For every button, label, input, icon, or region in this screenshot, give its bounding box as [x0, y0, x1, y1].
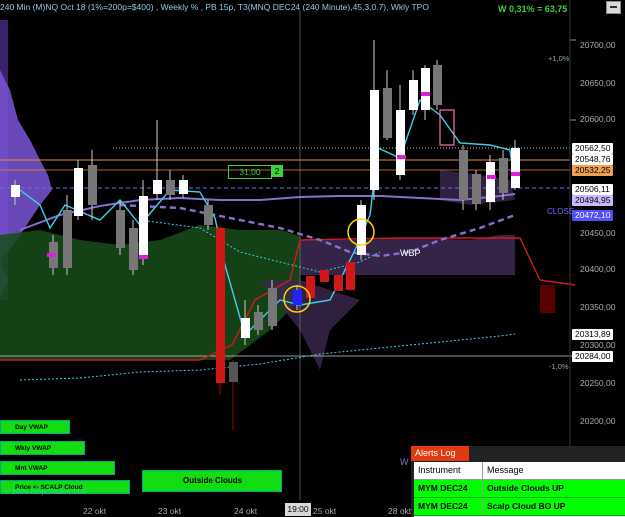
- price-tag: 20472,10: [572, 210, 614, 221]
- time-axis-label: 23 okt: [158, 506, 182, 516]
- time-axis-label: 25 okt: [313, 506, 337, 516]
- chart-title: 240 Min (M)NQ Oct 18 (1%=200p=$400) , We…: [0, 2, 429, 12]
- close-label: CLOSE: [547, 207, 575, 216]
- price-axis-label: 20200,00: [580, 416, 616, 426]
- alert-message: Scalp Cloud BO UP: [487, 501, 566, 511]
- alerts-log-panel[interactable]: Alerts Log Instrument Message MYM DEC24 …: [411, 446, 625, 517]
- outside-clouds-button[interactable]: Outside Clouds: [142, 470, 282, 492]
- scalp-cloud-green: [0, 225, 300, 360]
- w-label: W: [400, 457, 409, 467]
- percent-label-up: +1,0%: [548, 54, 570, 63]
- wbp-label: WBP: [400, 248, 421, 258]
- price-tag: 20562,50: [572, 143, 614, 154]
- price-axis-label: 20600,00: [580, 114, 616, 124]
- alerts-table: Instrument Message MYM DEC24 Outside Clo…: [414, 462, 625, 517]
- copyright: © 2024 NinjaTrader, LLC: [4, 487, 87, 496]
- price-chart[interactable]: [0, 0, 625, 517]
- price-axis-label: 20400,00: [580, 264, 616, 274]
- price-axis-label: 20700,00: [580, 40, 616, 50]
- percent-label-down: -1,0%: [549, 362, 569, 371]
- time-axis-label: 22 okt: [83, 506, 107, 516]
- table-row[interactable]: MYM DEC24 Outside Clouds UP: [414, 480, 625, 498]
- time-axis-label: 24 okt: [234, 506, 258, 516]
- price-axis-label: 20250,00: [580, 378, 616, 388]
- distance-box: 31,00: [228, 165, 272, 179]
- minimize-button[interactable]: [606, 1, 621, 14]
- wkly-vwap-button[interactable]: Wkly VWAP: [0, 441, 85, 455]
- price-axis-label: 20450,00: [580, 228, 616, 238]
- alert-instrument: MYM DEC24: [414, 480, 483, 497]
- alerts-log-title[interactable]: Alerts Log: [411, 446, 469, 461]
- price-tag: 20506,11: [572, 184, 613, 195]
- count-box: 2: [271, 165, 283, 177]
- column-header-message[interactable]: Message: [483, 462, 625, 479]
- price-tag: 20313,89: [572, 329, 614, 340]
- alert-message: Outside Clouds UP: [487, 483, 564, 493]
- price-tag: 20548,76: [572, 154, 614, 165]
- mnt-vwap-button[interactable]: Mnt VWAP: [0, 461, 115, 475]
- alert-instrument: MYM DEC24: [414, 498, 483, 515]
- price-tag: 20494,95: [572, 195, 614, 206]
- price-axis-label: 20300,00: [580, 340, 616, 350]
- price-axis-label: 20350,00: [580, 302, 616, 312]
- time-axis-label: 28 okt: [388, 506, 412, 516]
- column-header-instrument[interactable]: Instrument: [414, 462, 483, 479]
- price-tag: 20284,00: [572, 351, 614, 362]
- table-row[interactable]: MYM DEC24 Scalp Cloud BO UP: [414, 498, 625, 516]
- crosshair-time: 19:00: [285, 503, 311, 516]
- price-axis-label: 20650,00: [580, 78, 616, 88]
- day-vwap-button[interactable]: Day VWAP: [0, 420, 70, 434]
- price-tag: 20532,25: [572, 165, 614, 176]
- alerts-header-row: Instrument Message: [414, 462, 625, 480]
- performance-readout: W 0,31% = 63,75: [498, 4, 568, 14]
